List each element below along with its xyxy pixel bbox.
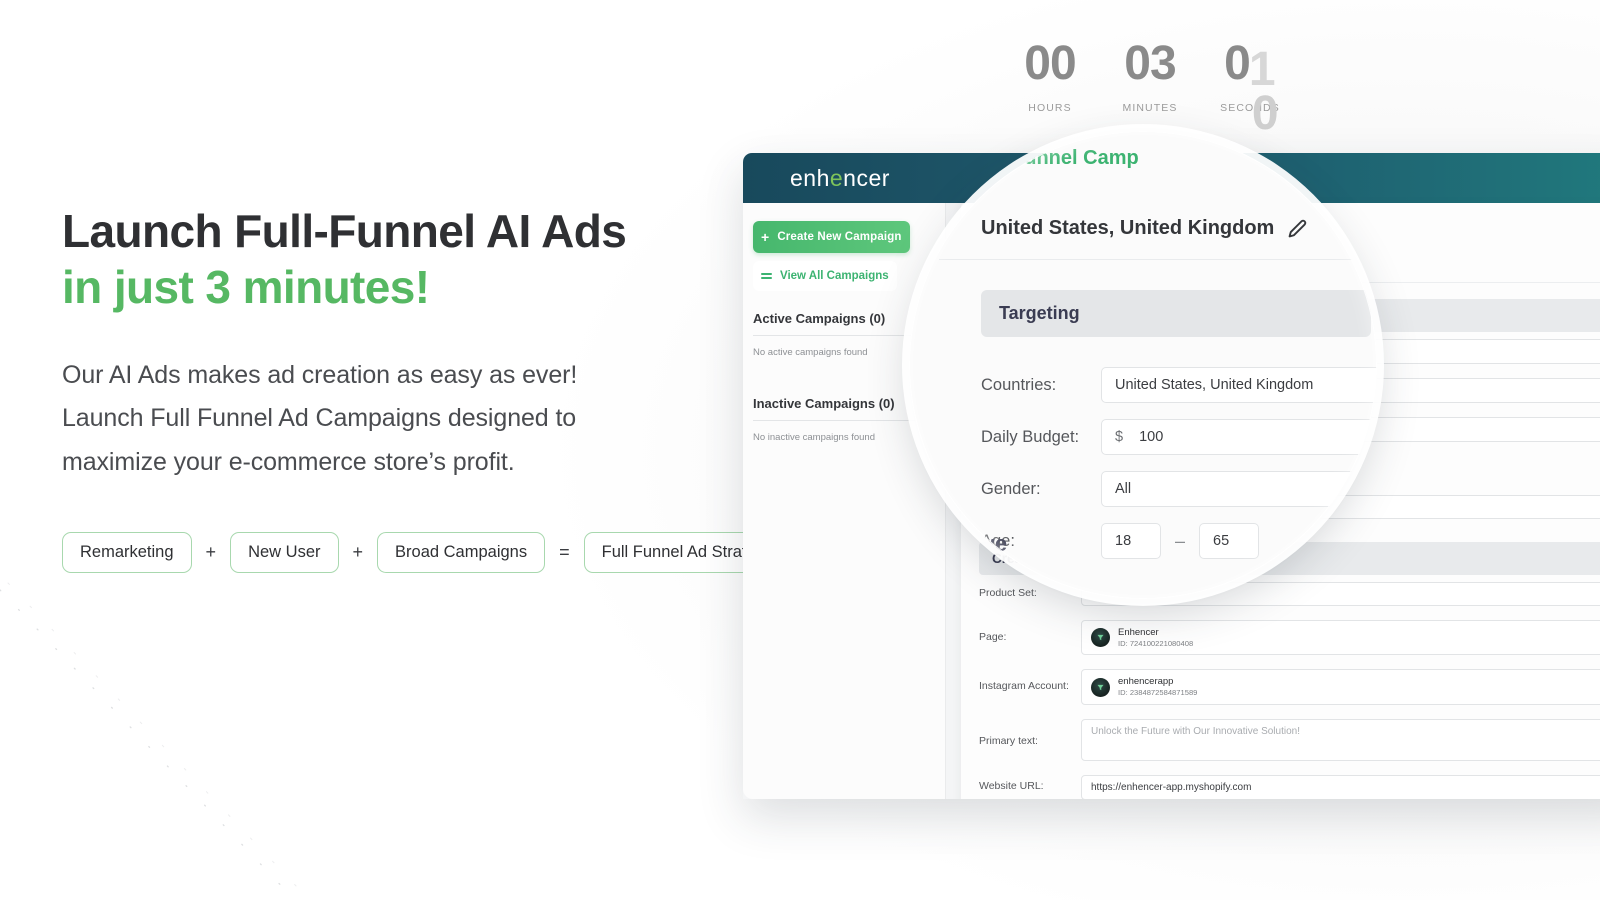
magnified-age-row: Age: 18 – 65 bbox=[981, 523, 1377, 559]
magnified-countries-label: Countries: bbox=[981, 375, 1057, 394]
countdown-minutes: 03 MINUTES bbox=[1105, 37, 1195, 115]
magnified-gender-label: Gender: bbox=[981, 479, 1041, 498]
page-select[interactable]: Enhencer ID: 724100221080408 bbox=[1081, 620, 1600, 656]
primary-text-row: Primary text: Unlock the Future with Our… bbox=[961, 712, 1600, 768]
primary-text-textarea[interactable]: Unlock the Future with Our Innovative So… bbox=[1081, 718, 1600, 761]
logo-accent-letter: e bbox=[829, 164, 844, 191]
logo-text-right: ncer bbox=[843, 164, 890, 191]
instagram-account-select[interactable]: enhencerapp ID: 2384872584871589 bbox=[1081, 669, 1600, 705]
magnified-creative-heading: ative bbox=[957, 531, 1008, 556]
plus-icon: + bbox=[761, 229, 770, 245]
magnified-pencil-icon[interactable] bbox=[1288, 219, 1307, 238]
enhencer-logo[interactable]: enhencer bbox=[790, 165, 890, 192]
magnified-age-max-input[interactable]: 65 bbox=[1199, 523, 1260, 559]
countdown-hours-value: 00 bbox=[1024, 37, 1076, 90]
page-account-id: ID: 724100221080408 bbox=[1118, 638, 1194, 648]
countdown-hours: 00 HOURS bbox=[1005, 37, 1095, 115]
magnified-age-dash: – bbox=[1175, 530, 1186, 551]
primary-text-label: Primary text: bbox=[979, 734, 1038, 747]
countdown-seconds: 010 SECONDS bbox=[1205, 37, 1295, 138]
instagram-account-text: enhencerapp ID: 2384872584871589 bbox=[1118, 676, 1197, 697]
magnified-countries-row: Countries: United States, United Kingdom bbox=[981, 367, 1377, 403]
hero-column: Launch Full-Funnel AI Ads in just 3 minu… bbox=[62, 205, 792, 573]
magnifier-lens: s > Full Funnel Camp United States, Unit… bbox=[909, 131, 1377, 599]
website-url-label: Website URL: bbox=[979, 780, 1044, 793]
page-account: Enhencer ID: 724100221080408 bbox=[1091, 627, 1193, 648]
page-account-name: Enhencer bbox=[1118, 627, 1159, 638]
inactive-campaigns-heading: Inactive Campaigns (0) bbox=[753, 396, 933, 421]
instagram-account-name: enhencerapp bbox=[1118, 676, 1174, 688]
countdown-seconds-tens: 0 bbox=[1224, 37, 1251, 90]
pill-remarketing: Remarketing bbox=[62, 532, 192, 573]
countdown-minutes-value: 03 bbox=[1124, 37, 1176, 90]
create-new-campaign-button[interactable]: + Create New Campaign bbox=[753, 221, 910, 253]
countdown-timer: 00 HOURS 03 MINUTES 010 SECONDS bbox=[1005, 37, 1295, 138]
logo-text-left: enh bbox=[790, 164, 830, 191]
magnified-budget-value: 100 bbox=[1139, 429, 1164, 445]
hero-subcopy: Our AI Ads makes ad creation as easy as … bbox=[62, 360, 578, 476]
magnified-budget-row: Daily Budget: $ 100 bbox=[981, 419, 1377, 455]
countdown-seconds-label: SECONDS bbox=[1220, 102, 1280, 114]
view-all-campaigns-label: View All Campaigns bbox=[780, 270, 889, 282]
magnified-gender-select[interactable]: All bbox=[1101, 471, 1377, 507]
view-all-campaigns-button[interactable]: View All Campaigns bbox=[753, 261, 897, 291]
magnified-countries-input[interactable]: United States, United Kingdom bbox=[1101, 367, 1377, 403]
bars-icon bbox=[761, 272, 772, 280]
instagram-account-row: Instagram Account: enhencerapp ID: 23848… bbox=[961, 662, 1600, 711]
operator-plus-1: + bbox=[205, 542, 217, 563]
active-campaigns-empty: No active campaigns found bbox=[753, 347, 868, 358]
magnifier-lens-content: s > Full Funnel Camp United States, Unit… bbox=[909, 131, 1377, 599]
instagram-account-id: ID: 2384872584871589 bbox=[1118, 688, 1198, 698]
magnified-age-min-input[interactable]: 18 bbox=[1101, 523, 1161, 559]
page-avatar-icon bbox=[1091, 628, 1110, 648]
website-url-row: Website URL: https://enhencer-app.myshop… bbox=[961, 768, 1600, 799]
magnified-campaign-name: United States, United Kingdom bbox=[981, 217, 1275, 239]
website-url-input[interactable]: https://enhencer-app.myshopify.com bbox=[1081, 774, 1600, 799]
headline-line-2: in just 3 minutes! bbox=[62, 261, 430, 314]
countdown-hours-label: HOURS bbox=[1028, 102, 1072, 114]
active-campaigns-heading: Active Campaigns (0) bbox=[753, 311, 933, 336]
countdown-minutes-label: MINUTES bbox=[1122, 102, 1178, 114]
magnified-breadcrumb: s > Full Funnel Camp bbox=[937, 147, 1139, 169]
create-new-campaign-label: Create New Campaign bbox=[777, 231, 902, 243]
page-label: Page: bbox=[979, 630, 1007, 643]
operator-equals: = bbox=[559, 542, 570, 563]
instagram-account-label: Instagram Account: bbox=[979, 680, 1069, 693]
magnified-divider bbox=[939, 259, 1359, 260]
operator-plus-2: + bbox=[352, 542, 364, 563]
page-title: Launch Full-Funnel AI Ads in just 3 minu… bbox=[62, 205, 762, 314]
pill-new-user: New User bbox=[230, 532, 339, 573]
countdown-seconds-value: 010 bbox=[1205, 37, 1295, 138]
page-account-text: Enhencer ID: 724100221080408 bbox=[1118, 627, 1193, 648]
instagram-avatar-icon bbox=[1091, 677, 1110, 697]
instagram-account: enhencerapp ID: 2384872584871589 bbox=[1091, 676, 1197, 697]
magnified-currency-symbol: $ bbox=[1115, 429, 1124, 445]
magnified-gender-row: Gender: All bbox=[981, 471, 1377, 507]
pill-broad-campaigns: Broad Campaigns bbox=[377, 532, 546, 573]
magnified-budget-label: Daily Budget: bbox=[981, 427, 1080, 446]
strategy-formula: Remarketing + New User + Broad Campaigns… bbox=[62, 532, 792, 573]
headline-line-1: Launch Full-Funnel AI Ads bbox=[62, 205, 627, 257]
page-row: Page: Enhencer ID: 724100221080408 bbox=[961, 613, 1600, 662]
magnified-budget-input[interactable]: $ 100 bbox=[1101, 419, 1377, 455]
inactive-campaigns-empty: No inactive campaigns found bbox=[753, 432, 875, 443]
magnified-targeting-heading: Targeting bbox=[981, 290, 1371, 337]
magnified-title-row: United States, United Kingdom bbox=[981, 217, 1307, 240]
